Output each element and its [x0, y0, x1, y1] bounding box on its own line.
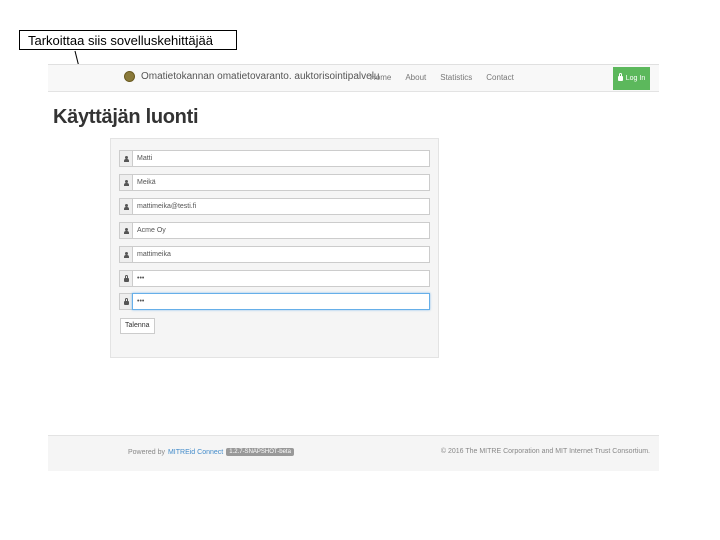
field-addon — [119, 198, 132, 215]
login-button[interactable]: Log In — [613, 67, 650, 90]
top-navbar: Omatietokannan omatietovaranto. auktoris… — [48, 64, 659, 92]
user-icon — [123, 227, 129, 234]
field-addon — [119, 222, 132, 239]
version-badge: 1.2.7-SNAPSHOT-beta — [226, 448, 294, 456]
powered-prefix: Powered by — [128, 448, 165, 456]
lock-icon — [123, 297, 129, 305]
page-title: Käyttäjän luonti — [53, 106, 199, 128]
field-addon — [119, 174, 132, 191]
user-icon — [123, 155, 129, 162]
nav-link-statistics[interactable]: Statistics — [440, 73, 472, 82]
footer: Powered by MITREid Connect 1.2.7-SNAPSHO… — [48, 435, 659, 471]
first-name-field: Matti — [119, 150, 430, 167]
nav-link-about[interactable]: About — [405, 73, 426, 82]
username-field: mattimeika — [119, 246, 430, 263]
email-field: mattimeika@testi.fi — [119, 198, 430, 215]
user-icon — [123, 179, 129, 186]
password-confirm-input[interactable]: ••• — [132, 293, 430, 310]
nav-link-home[interactable]: Home — [370, 73, 391, 82]
save-button[interactable]: Talenna — [120, 318, 155, 334]
first-name-input[interactable]: Matti — [132, 150, 430, 167]
lock-icon — [617, 73, 623, 81]
password-field: ••• — [119, 270, 430, 287]
last-name-input[interactable]: Meikä — [132, 174, 430, 191]
email-input[interactable]: mattimeika@testi.fi — [132, 198, 430, 215]
last-name-field: Meikä — [119, 174, 430, 191]
password-input[interactable]: ••• — [132, 270, 430, 287]
annotation-text: Tarkoittaa siis sovelluskehittäjää — [28, 33, 213, 48]
organization-field: Acme Oy — [119, 222, 430, 239]
user-icon — [123, 203, 129, 210]
field-addon — [119, 293, 132, 310]
user-icon — [123, 251, 129, 258]
password-confirm-field: ••• — [119, 293, 430, 310]
field-addon — [119, 270, 132, 287]
copyright-text: © 2016 The MITRE Corporation and MIT Int… — [440, 448, 650, 455]
annotation-callout: Tarkoittaa siis sovelluskehittäjää — [19, 30, 237, 50]
login-label: Log In — [625, 75, 646, 82]
field-addon — [119, 150, 132, 167]
brand-logo-icon — [124, 71, 135, 82]
brand[interactable]: Omatietokannan omatietovaranto. auktoris… — [124, 71, 379, 82]
organization-input[interactable]: Acme Oy — [132, 222, 430, 239]
user-creation-form: Matti Meikä mattimeika@testi.fi Acme Oy … — [110, 138, 439, 358]
nav-links: Home About Statistics Contact — [370, 73, 514, 82]
mitreid-link[interactable]: MITREid Connect — [168, 449, 223, 456]
app-window: Omatietokannan omatietovaranto. auktoris… — [48, 64, 659, 472]
powered-by: Powered by MITREid Connect 1.2.7-SNAPSHO… — [128, 448, 294, 456]
lock-icon — [123, 274, 129, 282]
username-input[interactable]: mattimeika — [132, 246, 430, 263]
field-addon — [119, 246, 132, 263]
brand-title: Omatietokannan omatietovaranto. auktoris… — [141, 71, 380, 82]
nav-link-contact[interactable]: Contact — [486, 73, 514, 82]
